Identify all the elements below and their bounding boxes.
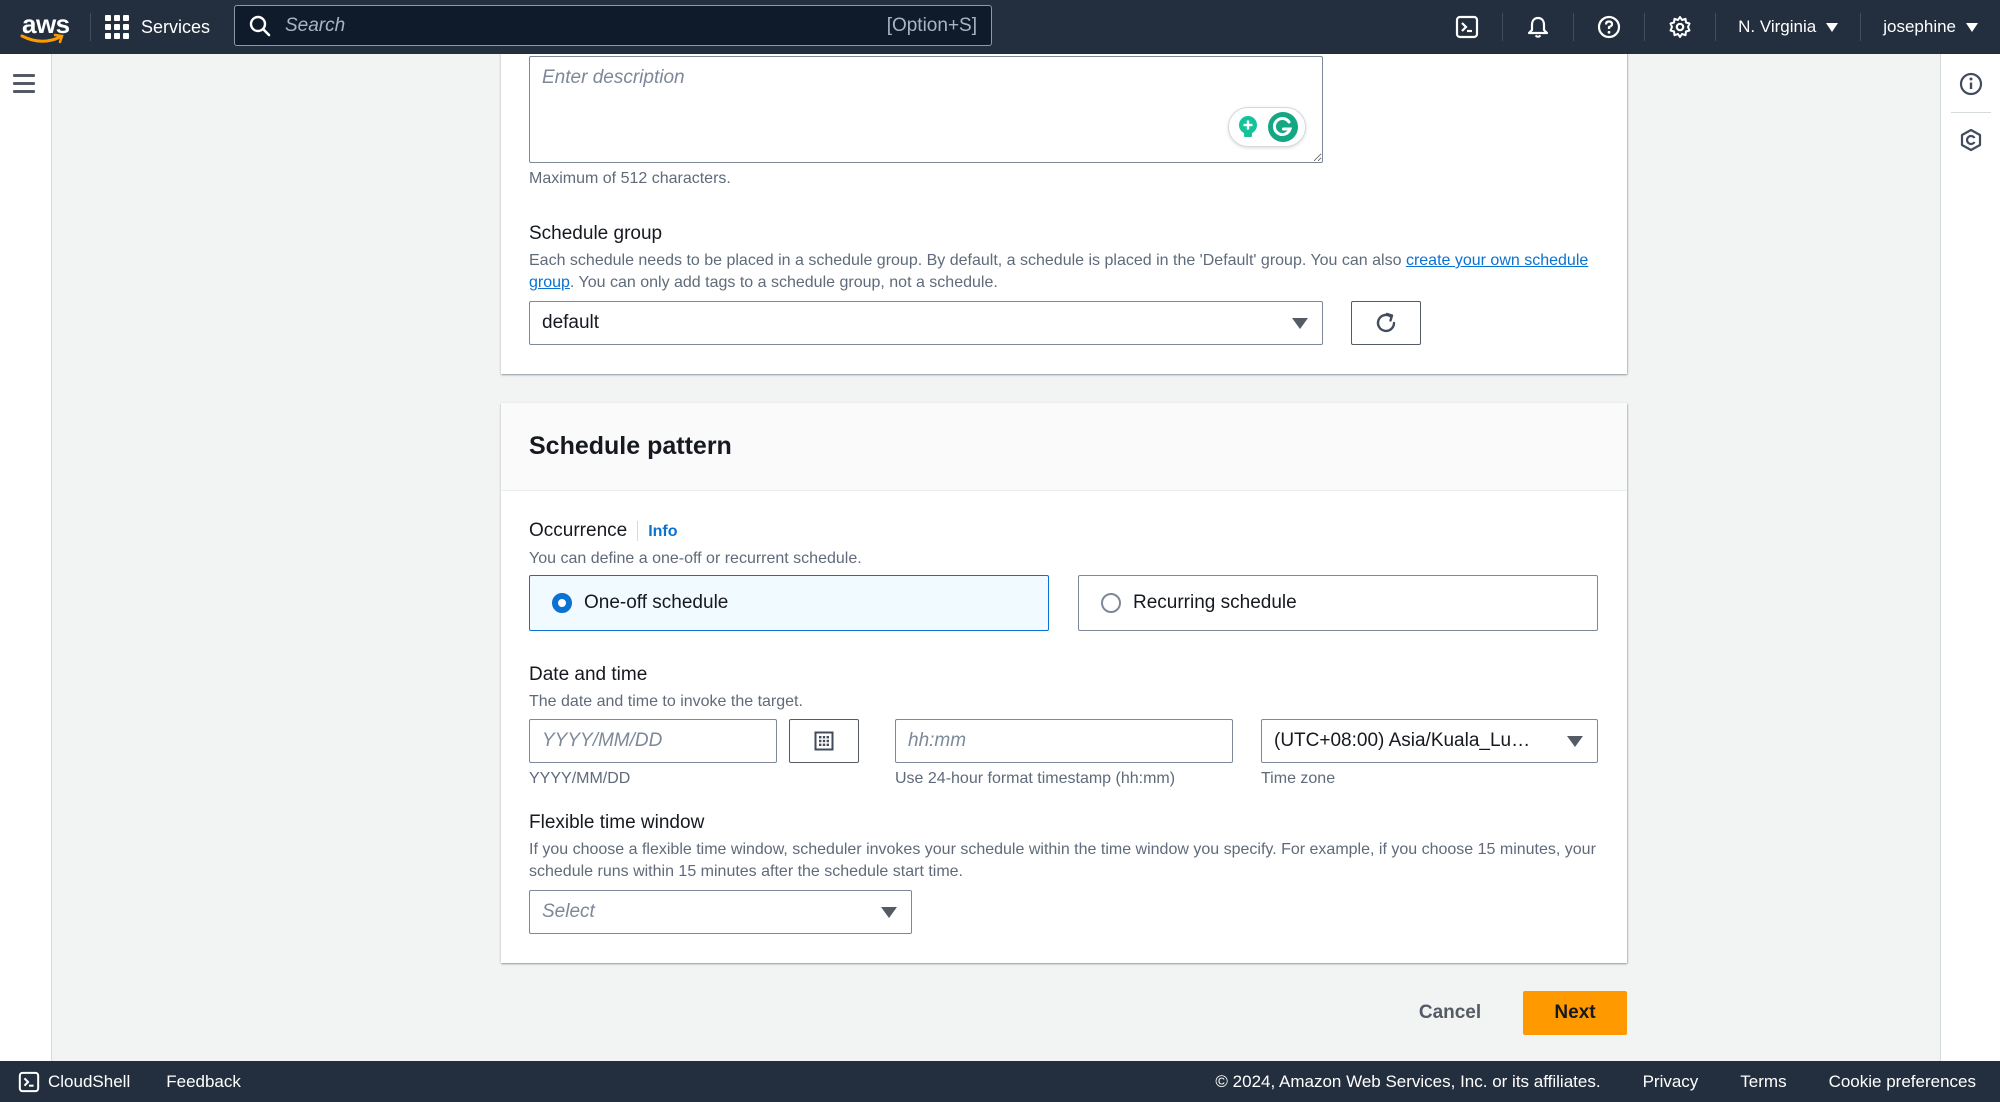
resources-panel-button[interactable] bbox=[1955, 124, 1987, 156]
flexible-window-label: Flexible time window bbox=[529, 812, 705, 833]
account-menu[interactable]: josephine bbox=[1861, 0, 2000, 54]
terms-link[interactable]: Terms bbox=[1740, 1072, 1786, 1092]
cookie-preferences-link[interactable]: Cookie preferences bbox=[1829, 1072, 1976, 1092]
grammarly-widget[interactable] bbox=[1228, 107, 1306, 147]
username-label: josephine bbox=[1883, 17, 1956, 36]
time-input[interactable] bbox=[895, 719, 1233, 763]
aws-logo[interactable]: aws bbox=[18, 7, 76, 47]
cloudshell-button[interactable] bbox=[1432, 0, 1502, 54]
calendar-icon bbox=[814, 731, 834, 751]
search-shortcut-hint: [Option+S] bbox=[886, 14, 977, 36]
cloudshell-icon bbox=[18, 1071, 40, 1092]
next-button[interactable]: Next bbox=[1523, 991, 1627, 1035]
services-label: Services bbox=[141, 16, 211, 37]
refresh-icon bbox=[1376, 312, 1396, 333]
hexagon-icon bbox=[1960, 128, 1982, 152]
date-format-hint: YYYY/MM/DD bbox=[529, 770, 631, 787]
privacy-link[interactable]: Privacy bbox=[1643, 1072, 1699, 1092]
recurring-schedule-label: Recurring schedule bbox=[1133, 592, 1297, 613]
nav-divider bbox=[90, 13, 91, 41]
gear-icon bbox=[1669, 16, 1691, 38]
schedule-group-value: default bbox=[542, 312, 600, 333]
cancel-button[interactable]: Cancel bbox=[1400, 991, 1500, 1035]
flexible-window-select[interactable]: Select bbox=[529, 890, 912, 934]
menu-toggle-button[interactable] bbox=[13, 74, 35, 98]
recurring-schedule-option[interactable]: Recurring schedule bbox=[1078, 575, 1598, 631]
region-label: N. Virginia bbox=[1738, 17, 1817, 36]
search-input[interactable] bbox=[285, 14, 887, 37]
date-input[interactable] bbox=[529, 719, 777, 763]
apps-grid-icon bbox=[105, 15, 129, 39]
right-tools-rail bbox=[1940, 54, 2000, 1061]
grammarly-icon bbox=[1268, 112, 1298, 142]
date-time-description: The date and time to invoke the target. bbox=[529, 693, 803, 710]
schedule-detail-panel: Maximum of 512 characters. Schedule grou… bbox=[501, 40, 1627, 374]
caret-down-icon bbox=[1292, 318, 1308, 329]
search-icon bbox=[249, 15, 271, 36]
caret-down-icon bbox=[1567, 736, 1583, 747]
caret-down-icon bbox=[881, 907, 897, 918]
radio-selected-icon bbox=[552, 593, 572, 613]
info-panel-button[interactable] bbox=[1955, 68, 1987, 100]
help-button[interactable] bbox=[1574, 0, 1644, 54]
timezone-select[interactable]: (UTC+08:00) Asia/Kuala_Lu… bbox=[1261, 719, 1598, 763]
info-separator bbox=[637, 520, 639, 541]
cloudshell-icon bbox=[1455, 15, 1479, 39]
date-time-label: Date and time bbox=[529, 664, 648, 685]
description-textarea[interactable] bbox=[529, 56, 1323, 163]
rail-divider bbox=[1951, 112, 1991, 113]
time-format-hint: Use 24-hour format timestamp (hh:mm) bbox=[895, 770, 1176, 787]
cloudshell-footer-button[interactable]: CloudShell bbox=[18, 1071, 130, 1093]
one-off-schedule-label: One-off schedule bbox=[584, 592, 729, 613]
timezone-value: (UTC+08:00) Asia/Kuala_Lu… bbox=[1274, 730, 1531, 751]
occurrence-label: Occurrence bbox=[529, 520, 628, 541]
schedule-pattern-title: Schedule pattern bbox=[529, 432, 732, 460]
description-hint: Maximum of 512 characters. bbox=[529, 170, 731, 187]
copyright-text: © 2024, Amazon Web Services, Inc. or its… bbox=[1215, 1071, 1601, 1091]
calendar-button[interactable] bbox=[789, 719, 859, 763]
search-box[interactable]: [Option+S] bbox=[234, 5, 992, 46]
footer-links: © 2024, Amazon Web Services, Inc. or its… bbox=[1215, 1061, 1976, 1102]
settings-button[interactable] bbox=[1645, 0, 1715, 54]
notifications-button[interactable] bbox=[1503, 0, 1573, 54]
lightbulb-plus-icon bbox=[1239, 116, 1257, 137]
help-icon bbox=[1597, 15, 1621, 39]
cloudshell-label: CloudShell bbox=[48, 1071, 131, 1091]
aws-smile-icon bbox=[20, 33, 64, 44]
console-footer: CloudShell Feedback © 2024, Amazon Web S… bbox=[0, 1061, 2000, 1102]
schedule-group-select[interactable]: default bbox=[529, 301, 1323, 345]
caret-down-icon bbox=[1966, 22, 1978, 32]
refresh-groups-button[interactable] bbox=[1351, 301, 1421, 345]
services-menu-button[interactable]: Services bbox=[105, 7, 210, 47]
hamburger-icon bbox=[13, 74, 35, 77]
occurrence-description: You can define a one-off or recurrent sc… bbox=[529, 550, 862, 567]
left-navigation-rail bbox=[0, 54, 52, 1061]
top-navigation: aws Services [Option+S] bbox=[0, 0, 2000, 54]
schedule-pattern-header: Schedule pattern bbox=[501, 403, 1627, 491]
feedback-link[interactable]: Feedback bbox=[166, 1072, 241, 1092]
flexible-window-value: Select bbox=[542, 901, 595, 922]
schedule-group-description: Each schedule needs to be placed in a sc… bbox=[529, 252, 1589, 291]
info-icon bbox=[1959, 72, 1983, 96]
occurrence-info-link[interactable]: Info bbox=[648, 523, 677, 540]
timezone-hint: Time zone bbox=[1261, 770, 1336, 787]
schedule-pattern-panel: Schedule pattern Occurrence Info You can … bbox=[501, 403, 1627, 963]
one-off-schedule-option[interactable]: One-off schedule bbox=[529, 575, 1049, 631]
occurrence-label-row: Occurrence Info bbox=[529, 520, 678, 542]
radio-unselected-icon bbox=[1101, 593, 1121, 613]
bell-icon bbox=[1527, 16, 1549, 38]
flexible-window-description: If you choose a flexible time window, sc… bbox=[529, 841, 1596, 880]
schedule-group-label: Schedule group bbox=[529, 223, 663, 244]
caret-down-icon bbox=[1826, 22, 1839, 32]
region-selector[interactable]: N. Virginia bbox=[1716, 0, 1860, 54]
nav-right-tools: N. Virginia josephine bbox=[1432, 0, 2000, 54]
